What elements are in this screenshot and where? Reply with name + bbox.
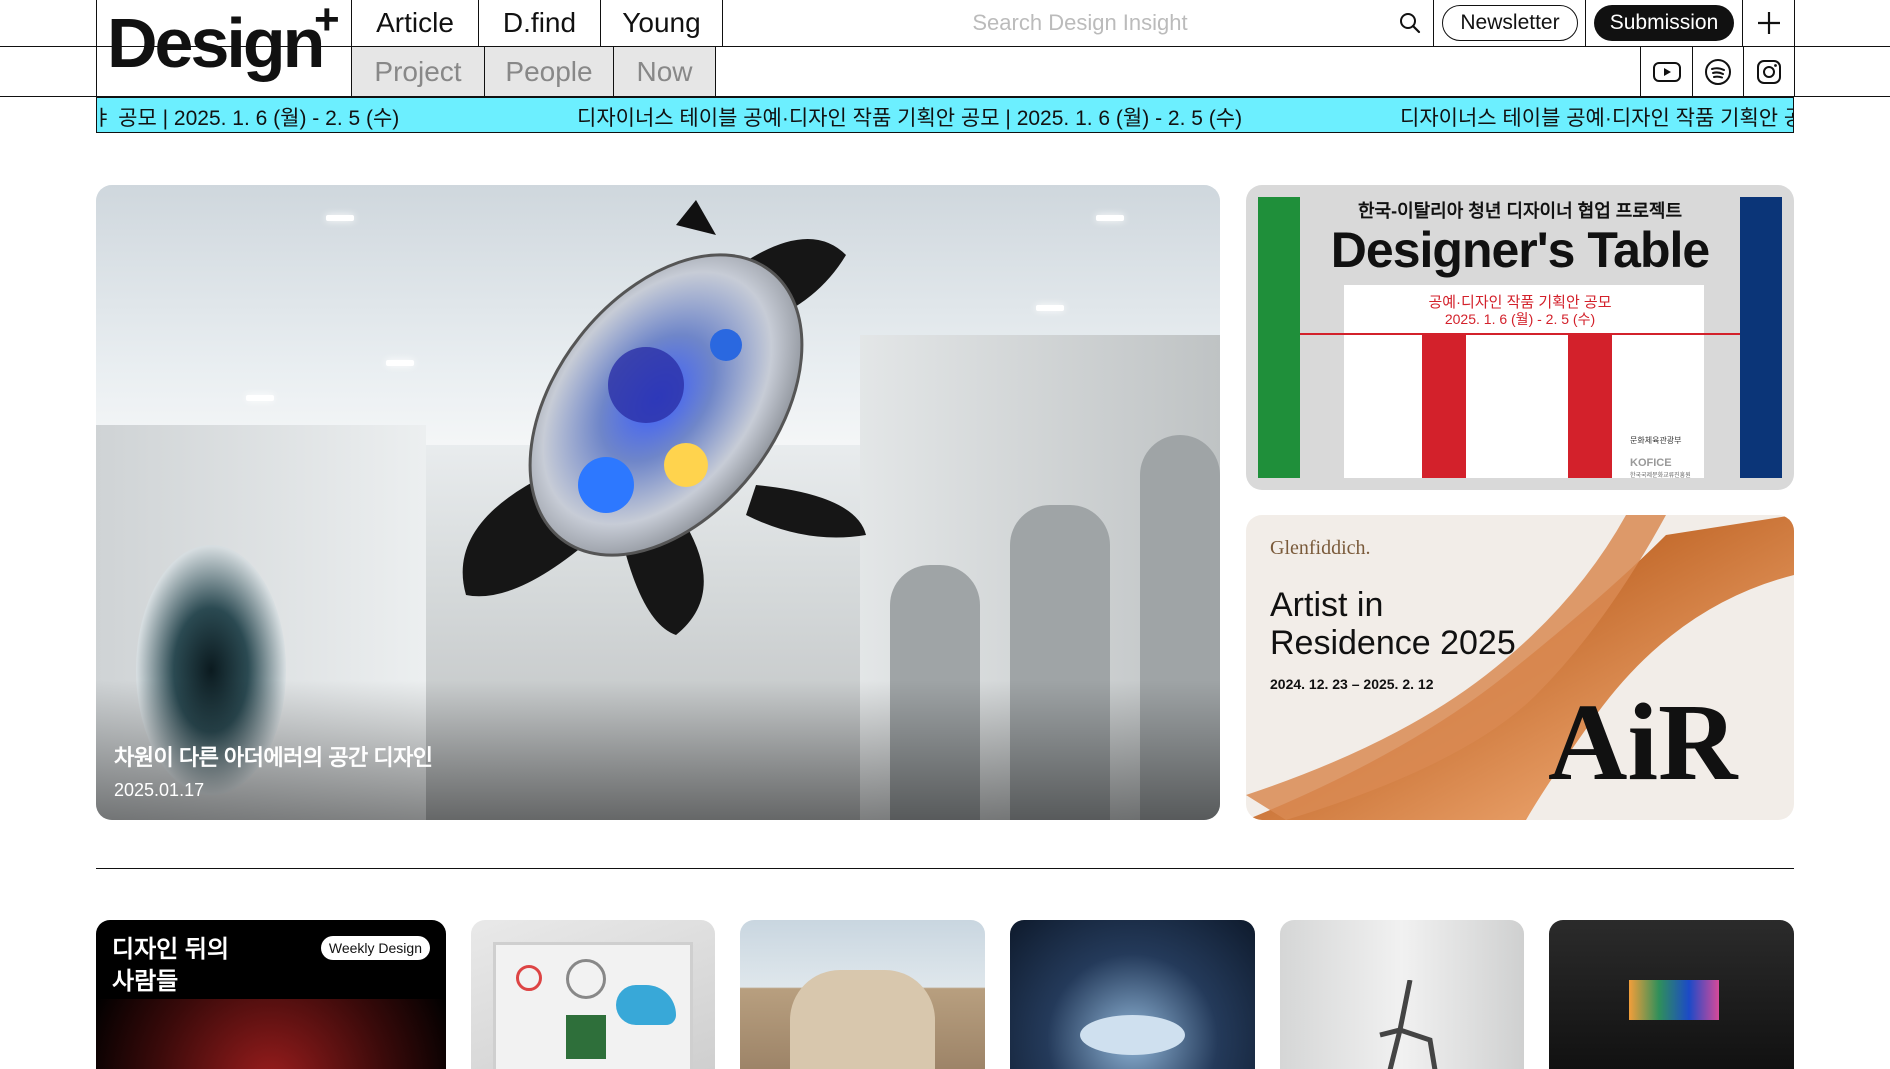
turtle-sculpture	[462, 200, 866, 635]
air-title-1: Artist in	[1270, 586, 1384, 624]
air-logo: AiR	[1548, 681, 1738, 803]
nav-project[interactable]: Project	[352, 47, 485, 96]
instagram-link[interactable]	[1743, 47, 1794, 96]
org-label: 문화체육관광부	[1630, 436, 1682, 445]
banner-dates: 2025. 1. 6 (월) - 2. 5 (수)	[1444, 311, 1596, 327]
card-exhibition[interactable]	[1549, 920, 1794, 1069]
hero-title: 차원이 다른 아더에러의 공간 디자인	[114, 745, 433, 770]
chair-image	[1379, 980, 1438, 1069]
card-collage[interactable]	[471, 920, 715, 1069]
newsletter-button[interactable]: Newsletter	[1442, 5, 1578, 41]
logo-wordmark: Design	[107, 4, 325, 82]
youtube-icon	[1652, 61, 1681, 82]
submission-button[interactable]: Submission	[1594, 5, 1734, 41]
logo-plus: +	[314, 0, 340, 44]
header-right-border	[1794, 0, 1795, 97]
hero-image	[96, 185, 1220, 820]
hero-date: 2025.01.17	[114, 780, 205, 800]
banner-kicker: 한국-이탈리아 청년 디자이너 협업 프로젝트	[1357, 201, 1683, 221]
section-divider	[96, 868, 1794, 869]
plus-icon	[1757, 12, 1780, 34]
banner-title: Designer's Table	[1330, 222, 1710, 278]
card-object	[566, 1015, 606, 1059]
card-weekly-design[interactable]: 디자인 뒤의 사람들 Weekly Design	[96, 920, 446, 1069]
card-object	[566, 959, 606, 999]
site-logo[interactable]: Design +	[107, 0, 347, 90]
ticker-text: 디자이너스 테이블 공예·디자인 작품 기획안 공모 | 2025. 1. 6 …	[577, 107, 1243, 130]
air-dates: 2024. 12. 23 – 2025. 2. 12	[1270, 676, 1434, 692]
flag-stripe-red	[1568, 335, 1612, 478]
spotify-icon	[1704, 58, 1731, 85]
card-object	[516, 965, 542, 991]
card-object	[616, 985, 676, 1025]
flag-stripe-red	[1422, 335, 1466, 478]
card-title-line1: 디자인 뒤의	[112, 936, 230, 963]
youtube-link[interactable]	[1641, 47, 1692, 96]
nav-people[interactable]: People	[485, 47, 614, 96]
instagram-icon	[1756, 59, 1781, 84]
hero-article[interactable]: 차원이 다른 아더에러의 공간 디자인 2025.01.17	[96, 185, 1220, 820]
ceiling-light	[1036, 305, 1064, 311]
search-bar	[724, 0, 1436, 46]
nav-article[interactable]: Article	[352, 0, 479, 46]
ticker-text: ㅑ 공모 | 2025. 1. 6 (월) - 2. 5 (수)	[96, 107, 400, 130]
search-divider	[1433, 0, 1434, 47]
org-logo: KOFICE	[1630, 457, 1672, 469]
org-label: 한국국제문화교류진흥원	[1630, 473, 1691, 479]
card-title-line2: 사람들	[112, 968, 179, 995]
menu-plus-button[interactable]	[1744, 0, 1793, 46]
card-image	[790, 970, 935, 1069]
card-image	[493, 942, 693, 1069]
banner-designers-table[interactable]: 한국-이탈리아 청년 디자이너 협업 프로젝트 Designer's Table…	[1246, 185, 1794, 490]
card-image	[1629, 980, 1719, 1020]
nav-young[interactable]: Young	[601, 0, 723, 46]
announcement-ticker[interactable]: ㅑ 공모 | 2025. 1. 6 (월) - 2. 5 (수) 디자이너스 테…	[96, 97, 1794, 133]
search-icon[interactable]	[1398, 11, 1422, 35]
ceiling-light	[246, 395, 274, 401]
newsletter-divider	[1585, 0, 1586, 47]
ceiling-light	[386, 360, 414, 366]
nav-now[interactable]: Now	[614, 47, 716, 96]
ceiling-light	[326, 215, 354, 221]
ceiling-light	[1096, 215, 1124, 221]
search-input[interactable]	[724, 10, 1436, 36]
glenfiddich-brand: Glenfiddich.	[1270, 537, 1371, 559]
spotify-link[interactable]	[1692, 47, 1743, 96]
card-building[interactable]	[740, 920, 985, 1069]
header-left-border	[96, 0, 97, 97]
card-chair[interactable]	[1280, 920, 1524, 1069]
weekly-design-badge: Weekly Design	[320, 936, 430, 960]
card-image	[1080, 1015, 1185, 1055]
nav-dfind[interactable]: D.find	[479, 0, 601, 46]
banner-glenfiddich[interactable]: Glenfiddich. Artist in Residence 2025 20…	[1246, 515, 1794, 820]
air-title-2: Residence 2025	[1270, 624, 1516, 662]
ticker-text: 디자이너스 테이블 공예·디자인 작품 기획안 공모	[1400, 107, 1794, 130]
card-installation[interactable]	[1010, 920, 1255, 1069]
submission-divider	[1742, 0, 1743, 47]
card-halftone	[96, 999, 446, 1069]
red-rule	[1300, 333, 1740, 335]
